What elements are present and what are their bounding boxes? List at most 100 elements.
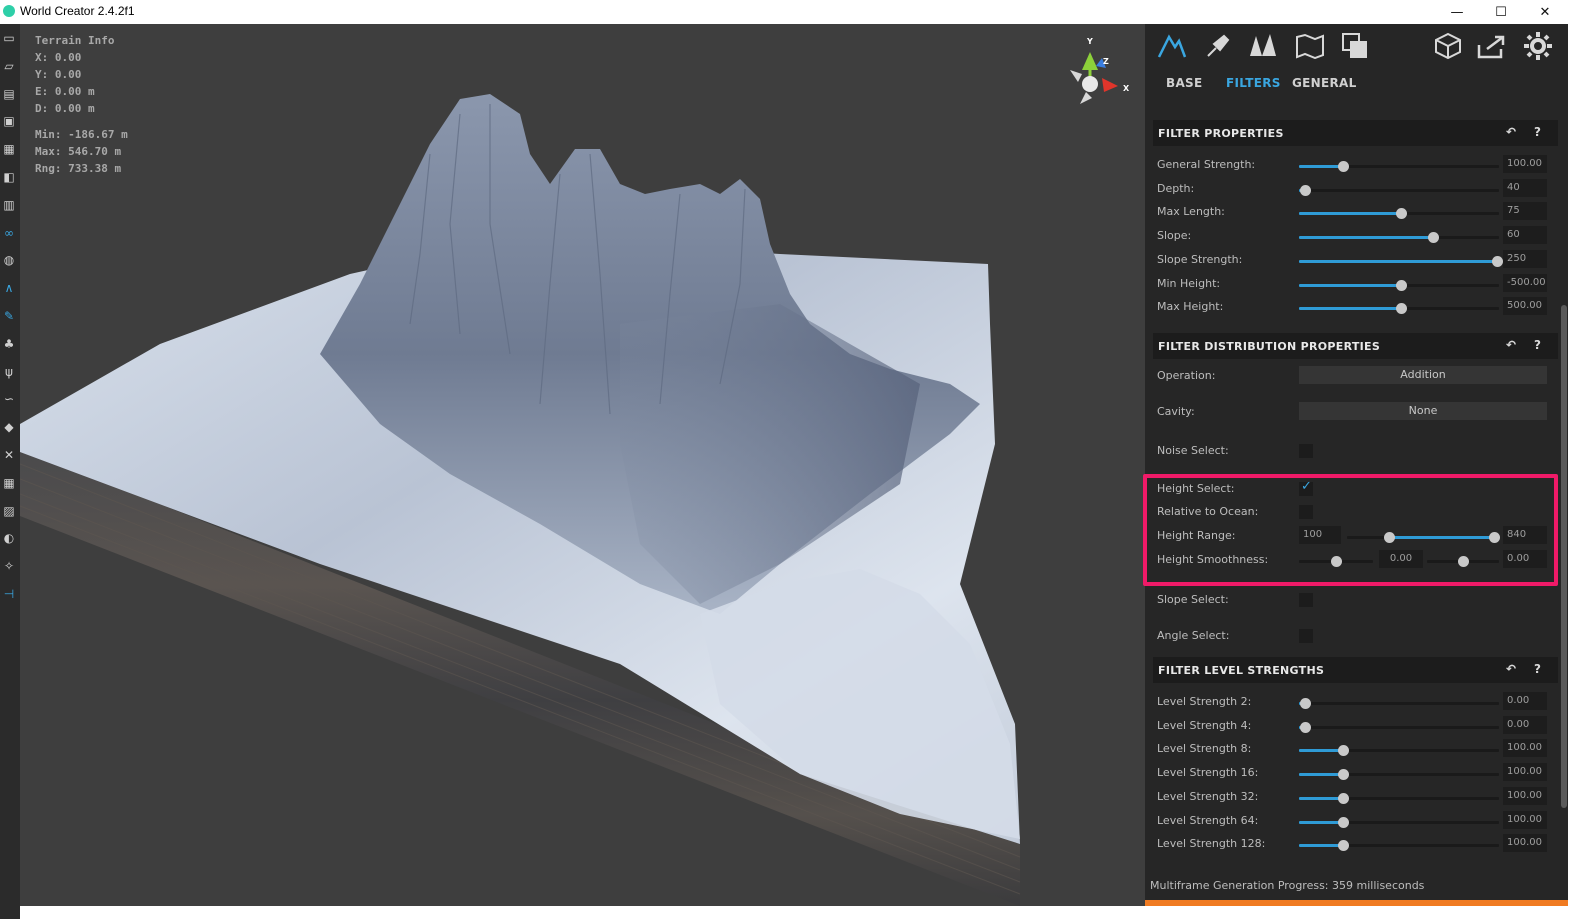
new-file-icon[interactable]: ▭ [1, 30, 17, 46]
sphere-icon[interactable]: ◐ [1, 530, 17, 546]
tab-base[interactable]: BASE [1166, 76, 1202, 90]
map-icon[interactable]: ▥ [1, 197, 17, 213]
filter-levels-undo-icon[interactable]: ↶ [1506, 662, 1516, 676]
maximize-button[interactable]: ☐ [1478, 0, 1524, 24]
tab-general[interactable]: GENERAL [1292, 76, 1357, 90]
filter-properties-undo-icon[interactable]: ↶ [1506, 125, 1516, 139]
filter-property-handle[interactable] [1396, 303, 1407, 315]
filter-property-slider[interactable] [1299, 184, 1499, 196]
filter-property-value-field[interactable]: 250 [1503, 249, 1547, 268]
cube-icon[interactable] [1431, 29, 1465, 63]
level-strength-slider[interactable] [1299, 745, 1499, 757]
terrain-render[interactable] [20, 24, 1145, 906]
filter-property-slider[interactable] [1299, 303, 1499, 315]
tab-filters[interactable]: FILTERS [1226, 76, 1281, 90]
close-button[interactable]: ✕ [1522, 0, 1568, 24]
level-strength-handle[interactable] [1338, 816, 1349, 828]
filter-property-handle[interactable] [1396, 279, 1407, 291]
filter-property-value-field[interactable]: 100.00 [1503, 155, 1547, 173]
image-icon[interactable]: ▨ [1, 503, 17, 519]
level-strength-value-field[interactable]: 0.00 [1503, 715, 1547, 734]
filter-property-handle[interactable] [1396, 208, 1407, 220]
level-strength-slider[interactable] [1299, 792, 1499, 804]
filter-property-value-field[interactable]: 40 [1503, 178, 1547, 197]
save-icon[interactable]: ▣ [1, 113, 17, 129]
level-strength-value-field[interactable]: 100.00 [1503, 763, 1547, 782]
level-strength-value-field[interactable]: 100.00 [1503, 739, 1547, 758]
import-icon[interactable]: ◧ [1, 169, 17, 185]
filter-property-slider[interactable] [1299, 232, 1499, 244]
angle-select-checkbox[interactable] [1299, 629, 1313, 643]
level-strength-fill [1299, 773, 1343, 777]
filter-distribution-help-icon[interactable]: ? [1534, 338, 1541, 352]
level-strength-handle[interactable] [1338, 792, 1349, 804]
level-strength-value-field[interactable]: 100.00 [1503, 786, 1547, 805]
level-strength-slider[interactable] [1299, 769, 1499, 781]
terrain-tab-icon[interactable] [1155, 29, 1189, 63]
level-strength-value-field[interactable]: 100.00 [1503, 810, 1547, 829]
filter-property-handle[interactable] [1338, 161, 1349, 172]
cavity-dropdown[interactable]: None [1299, 402, 1547, 420]
filter-property-fill [1299, 307, 1401, 311]
level-strength-slider[interactable] [1299, 721, 1499, 733]
level-strength-fill [1299, 844, 1343, 848]
panel-scrollbar[interactable] [1561, 305, 1567, 808]
save-as-icon[interactable]: ▦ [1, 141, 17, 157]
filter-property-handle[interactable] [1428, 232, 1439, 244]
filter-property-label: Depth: [1157, 181, 1195, 195]
filter-property-slider[interactable] [1299, 255, 1503, 267]
vegetation-tab-icon[interactable] [1246, 29, 1280, 63]
filter-property-handle[interactable] [1300, 184, 1311, 196]
level-strength-handle[interactable] [1300, 698, 1311, 709]
filter-property-value-field[interactable]: 500.00 [1503, 297, 1547, 316]
filter-property-slider[interactable] [1299, 208, 1499, 220]
filter-levels-help-icon[interactable]: ? [1534, 662, 1541, 676]
level-strength-value-field[interactable]: 100.00 [1503, 834, 1547, 853]
operation-dropdown[interactable]: Addition [1299, 366, 1547, 384]
level-strength-value-field[interactable]: 0.00 [1503, 692, 1547, 710]
level-strength-handle[interactable] [1338, 840, 1349, 852]
binoculars-icon[interactable]: ∞ [1, 225, 17, 241]
network-icon[interactable]: ✕ [1, 447, 17, 463]
terrain-viewport[interactable]: Terrain Info X: 0.00 Y: 0.00 E: 0.00 m D… [20, 24, 1145, 906]
brush-tab-icon[interactable] [1201, 29, 1235, 63]
level-strength-slider[interactable] [1299, 816, 1499, 828]
panel-tool-icons [1145, 24, 1568, 68]
settings-gear-icon[interactable] [1521, 29, 1555, 63]
filter-property-value-field[interactable]: 60 [1503, 226, 1547, 245]
level-strength-slider[interactable] [1299, 840, 1499, 852]
rock-icon[interactable]: ◆ [1, 419, 17, 435]
globe-icon[interactable]: ◍ [1, 252, 17, 268]
terrain-info-min: Min: -186.67 m [35, 128, 128, 141]
filter-property-slider[interactable] [1299, 279, 1499, 291]
filter-property-value-field[interactable]: 75 [1503, 202, 1547, 221]
path-icon[interactable]: ∽ [1, 391, 17, 407]
filter-property-value-field[interactable]: -500.00 [1503, 273, 1547, 292]
minimize-button[interactable]: — [1434, 0, 1480, 24]
filter-distribution-undo-icon[interactable]: ↶ [1506, 338, 1516, 352]
star-icon[interactable]: ✧ [1, 558, 17, 574]
layers-tab-icon[interactable] [1338, 29, 1372, 63]
filter-distribution-title: FILTER DISTRIBUTION PROPERTIES [1158, 340, 1381, 353]
filter-property-handle[interactable] [1492, 255, 1503, 267]
grass-icon[interactable]: ψ [1, 364, 17, 380]
filter-property-slider[interactable] [1299, 161, 1499, 172]
forest-icon[interactable]: ♣ [1, 336, 17, 352]
level-strength-handle[interactable] [1338, 769, 1349, 781]
terrain-icon[interactable]: ∧ [1, 280, 17, 296]
map-tab-icon[interactable] [1293, 29, 1327, 63]
filter-properties-help-icon[interactable]: ? [1534, 125, 1541, 139]
level-strength-handle[interactable] [1300, 721, 1311, 733]
level-strength-slider[interactable] [1299, 698, 1499, 709]
brush-icon[interactable]: ✎ [1, 308, 17, 324]
open-file-icon[interactable]: ▤ [1, 86, 17, 102]
filter-property-fill [1299, 283, 1401, 287]
export-icon[interactable] [1475, 29, 1509, 63]
noise-select-checkbox[interactable] [1299, 444, 1313, 458]
orientation-gizmo[interactable]: Y Z X [1060, 34, 1140, 114]
tool-icon[interactable]: ⊣ [1, 586, 17, 602]
level-strength-handle[interactable] [1338, 745, 1349, 757]
open-folder-icon[interactable]: ▱ [1, 58, 17, 74]
slope-select-checkbox[interactable] [1299, 593, 1313, 607]
grid-icon[interactable]: ▦ [1, 475, 17, 491]
